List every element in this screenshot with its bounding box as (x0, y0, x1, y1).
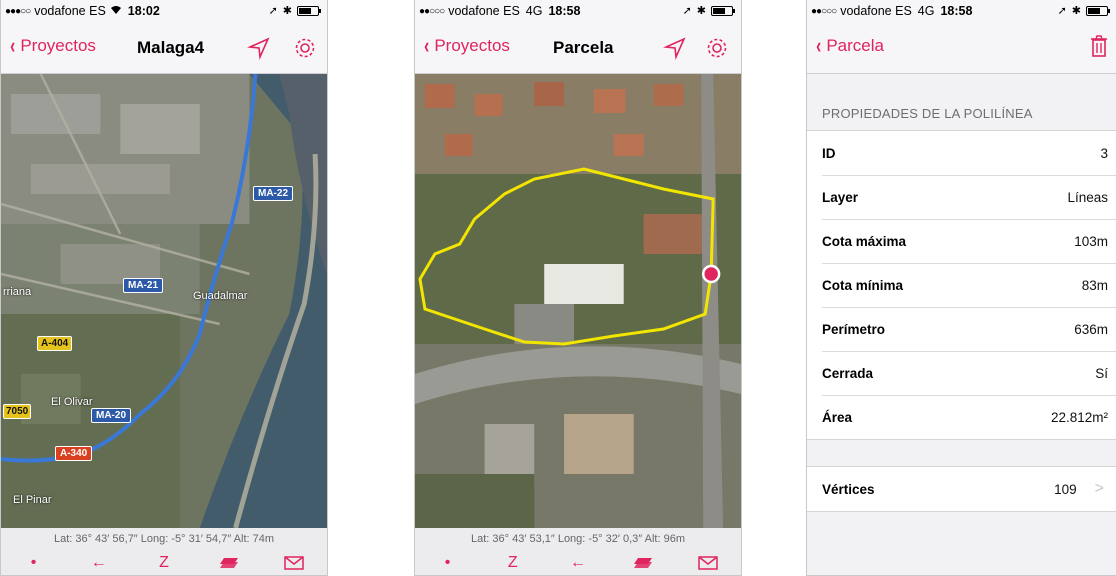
location-arrow-icon[interactable] (246, 36, 271, 61)
satellite-map[interactable] (415, 74, 741, 528)
property-row-id: ID 3 (822, 145, 1108, 161)
navigation-bar: ‹ Proyectos Parcela (415, 22, 741, 74)
chevron-left-icon: ‹ (10, 33, 16, 58)
location-status-icon: ➚ (1057, 5, 1067, 17)
place-label: Guadalmar (193, 290, 248, 302)
wifi-icon (110, 4, 122, 18)
page-title: Malaga4 (137, 38, 205, 57)
properties-table: ID 3 Layer Líneas Cota máxima 103m Cota … (807, 130, 1116, 440)
chevron-left-icon: ‹ (816, 33, 822, 58)
property-row-min-elevation: Cota mínima 83m (807, 263, 1116, 307)
satellite-map[interactable]: MA-22 MA-21 A-404 MA-20 A-340 7050 Guada… (1, 74, 327, 528)
signal-strength: ●●○○○ (419, 5, 445, 17)
signal-strength: ●●○○○ (811, 5, 837, 17)
page-title: Parcela (553, 38, 614, 57)
status-bar: ●●○○○ vodafone ES 4G 18:58 ➚ ✱ (415, 0, 741, 22)
chevron-left-icon: ‹ (424, 33, 430, 58)
network-type: 4G (917, 4, 935, 18)
road-label: A-404 (37, 336, 73, 351)
road-label: A-340 (55, 446, 93, 461)
phone-screen-map-parcela: ●●○○○ vodafone ES 4G 18:58 ➚ ✱ ‹ Proyect… (414, 0, 742, 576)
property-row-closed: Cerrada Sí (807, 351, 1116, 395)
property-row-layer: Layer Líneas (807, 175, 1116, 219)
drawing-toolbar: • ← Z (1, 550, 327, 575)
status-time: 18:58 (548, 4, 581, 18)
section-header: PROPIEDADES DE LA POLILÍNEA (822, 106, 1033, 121)
location-status-icon: ➚ (268, 5, 278, 17)
bluetooth-icon: ✱ (696, 5, 706, 17)
status-time: 18:58 (940, 4, 973, 18)
property-row-area: Área 22.812m² (807, 395, 1116, 439)
back-button[interactable]: ‹ Proyectos (9, 33, 96, 58)
mail-icon[interactable] (276, 551, 312, 575)
phone-screen-polyline-properties: ●●○○○ vodafone ES 4G 18:58 ➚ ✱ ‹ Parcela… (806, 0, 1116, 576)
polyline-icon[interactable]: Z (146, 551, 182, 575)
layers-icon[interactable] (625, 551, 661, 575)
battery-icon (297, 5, 321, 16)
road-label: MA-22 (253, 186, 294, 201)
back-button-label: Parcela (826, 36, 884, 55)
carrier-name: vodafone ES (34, 4, 106, 18)
property-row-perimeter: Perímetro 636m (807, 307, 1116, 351)
network-type: 4G (525, 4, 543, 18)
location-status-icon: ➚ (682, 5, 692, 17)
place-label: El Pinar (13, 494, 52, 506)
bluetooth-icon: ✱ (1071, 5, 1081, 17)
battery-icon (1086, 5, 1110, 16)
line-icon[interactable]: ← (81, 551, 117, 575)
back-button[interactable]: ‹ Proyectos (423, 33, 510, 58)
status-bar: ●●●○○ vodafone ES 18:02 ➚ ✱ (1, 0, 327, 22)
road-label: MA-20 (91, 408, 132, 423)
carrier-name: vodafone ES (840, 4, 912, 18)
navigation-bar: ‹ Parcela (807, 22, 1116, 74)
gear-icon[interactable] (293, 36, 317, 60)
polyline-icon[interactable]: Z (495, 551, 531, 575)
status-time: 18:02 (127, 4, 160, 18)
chevron-right-icon: > (1094, 480, 1104, 497)
navigation-bar: ‹ Proyectos Malaga4 (1, 22, 327, 74)
drawing-toolbar: • Z ← (415, 550, 741, 575)
coordinates-readout: Lat: 36° 43′ 53,1″ Long: -5° 32′ 0,3″ Al… (415, 528, 741, 550)
vertices-row[interactable]: Vértices 109 > (807, 467, 1116, 511)
layers-icon[interactable] (211, 551, 247, 575)
line-icon[interactable]: ← (560, 551, 596, 575)
back-button-label: Proyectos (434, 36, 510, 55)
vertices-table: Vértices 109 > (807, 466, 1116, 512)
trash-icon[interactable] (1087, 34, 1111, 58)
point-icon[interactable]: • (16, 551, 52, 575)
point-icon[interactable]: • (430, 551, 466, 575)
signal-strength: ●●●○○ (5, 5, 31, 17)
battery-icon (711, 5, 735, 16)
road-label: MA-21 (123, 278, 164, 293)
status-bar: ●●○○○ vodafone ES 4G 18:58 ➚ ✱ (807, 0, 1116, 22)
carrier-name: vodafone ES (448, 4, 520, 18)
property-row-max-elevation: Cota máxima 103m (807, 219, 1116, 263)
place-label: rriana (3, 286, 32, 298)
coordinates-readout: Lat: 36° 43′ 56,7″ Long: -5° 31′ 54,7″ A… (1, 528, 327, 550)
back-button[interactable]: ‹ Parcela (815, 33, 884, 58)
back-button-label: Proyectos (20, 36, 96, 55)
gear-icon[interactable] (705, 36, 729, 60)
bluetooth-icon: ✱ (282, 5, 292, 17)
phone-screen-map-malaga4: ●●●○○ vodafone ES 18:02 ➚ ✱ ‹ Proyectos … (0, 0, 328, 576)
road-label: 7050 (3, 404, 32, 419)
location-arrow-icon[interactable] (662, 36, 687, 61)
mail-icon[interactable] (690, 551, 726, 575)
place-label: El Olivar (51, 396, 93, 408)
